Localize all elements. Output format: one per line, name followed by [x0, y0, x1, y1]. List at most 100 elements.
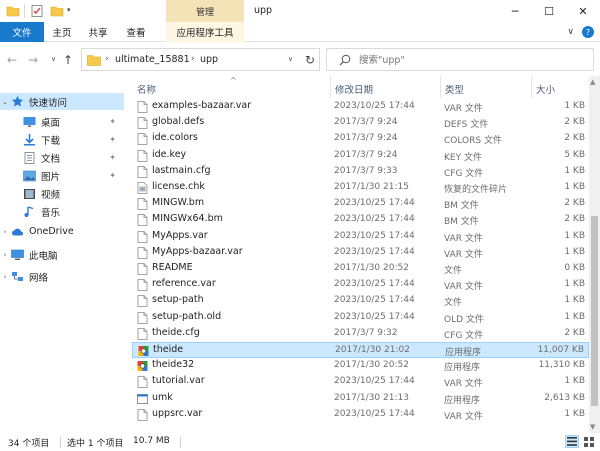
sidebar-item-10[interactable]: › 网络: [0, 268, 124, 285]
address-bar[interactable]: › ultimate_15881 › upp ∨: [81, 48, 320, 71]
refresh-button[interactable]: ↻: [300, 48, 320, 71]
column-divider[interactable]: [330, 76, 331, 98]
file-row[interactable]: MyApps.var 2023/10/25 17:44 VAR 文件 1 KB: [132, 229, 589, 245]
minimize-button[interactable]: ─: [498, 0, 532, 22]
file-row[interactable]: MINGW.bm 2023/10/25 17:44 BM 文件 2 KB: [132, 196, 589, 212]
file-modified-date: 2017/3/7 9:24: [334, 133, 398, 144]
video-icon: [22, 188, 36, 200]
expand-chevron-icon[interactable]: ›: [0, 251, 10, 259]
file-row[interactable]: global.defs 2017/3/7 9:24 DEFS 文件 2 KB: [132, 115, 589, 131]
large-icons-view-button[interactable]: [582, 435, 596, 448]
file-row[interactable]: README 2017/1/30 20:52 文件 0 KB: [132, 261, 589, 277]
expand-chevron-icon[interactable]: ⌄: [0, 98, 10, 106]
file-name: MyApps-bazaar.var: [152, 245, 243, 257]
column-header-type[interactable]: 类型: [445, 82, 464, 96]
file-icon: [137, 198, 148, 211]
search-input[interactable]: [359, 53, 579, 67]
sidebar-item-3[interactable]: 下载 ✦: [0, 131, 124, 148]
sidebar-item-5[interactable]: 图片 ✦: [0, 167, 124, 184]
file-row[interactable]: setup-path.old 2023/10/25 17:44 OLD 文件 1 KB: [132, 310, 589, 326]
file-name: umk: [152, 391, 173, 403]
file-icon: [137, 214, 148, 227]
sidebar-item-9[interactable]: › 此电脑: [0, 246, 124, 263]
file-row[interactable]: theide32 2017/1/30 20:52 应用程序 11,310 KB: [132, 358, 589, 374]
file-name: MINGWx64.bm: [152, 213, 223, 225]
breadcrumb-separator[interactable]: ›: [191, 54, 195, 64]
search-box[interactable]: [326, 48, 594, 71]
tab-file[interactable]: 文件: [0, 22, 44, 42]
maximize-button[interactable]: ☐: [532, 0, 566, 22]
up-arrow-icon[interactable]: ↑: [63, 53, 73, 67]
file-row[interactable]: MINGWx64.bm 2023/10/25 17:44 BM 文件 2 KB: [132, 212, 589, 228]
file-row[interactable]: umk 2017/1/30 21:13 应用程序 2,613 KB: [132, 391, 589, 407]
new-folder-icon[interactable]: [50, 4, 64, 18]
file-row[interactable]: lastmain.cfg 2017/3/7 9:33 CFG 文件 1 KB: [132, 164, 589, 180]
column-header-date[interactable]: 修改日期: [335, 82, 373, 96]
scrollbar-thumb[interactable]: [591, 216, 598, 406]
ribbon-tabs: 文件 主页 共享 查看 应用程序工具 ∨ ?: [0, 22, 600, 42]
file-name: tutorial.var: [152, 375, 205, 387]
pin-icon: ✦: [109, 153, 116, 162]
tab-home[interactable]: 主页: [44, 22, 80, 42]
file-type: 文件: [444, 298, 463, 309]
file-row[interactable]: examples-bazaar.var 2023/10/25 17:44 VAR 文…: [132, 99, 589, 115]
file-row[interactable]: tutorial.var 2023/10/25 17:44 VAR 文件 1 KB: [132, 374, 589, 390]
file-modified-date: 2023/10/25 17:44: [334, 230, 415, 241]
column-divider[interactable]: [440, 76, 441, 98]
sidebar-item-1[interactable]: ⌄ 快速访问: [0, 93, 124, 110]
properties-icon[interactable]: [30, 4, 44, 18]
tab-share[interactable]: 共享: [80, 22, 116, 42]
help-icon[interactable]: ?: [582, 26, 594, 38]
tab-application-tools[interactable]: 应用程序工具: [166, 22, 244, 42]
sidebar-item-2[interactable]: 桌面 ✦: [0, 113, 124, 130]
sidebar-item-6[interactable]: 视频: [0, 185, 124, 202]
expand-chevron-icon[interactable]: ›: [0, 228, 10, 236]
file-row[interactable]: uppsrc.var 2023/10/25 17:44 VAR 文件 1 KB: [132, 407, 589, 423]
expand-chevron-icon[interactable]: ›: [0, 273, 10, 281]
scroll-up-icon[interactable]: ▲: [590, 78, 595, 86]
file-modified-date: 2023/10/25 17:44: [334, 376, 415, 387]
vertical-scrollbar[interactable]: ▲ ▼: [589, 76, 600, 433]
sidebar-item-4[interactable]: 文档 ✦: [0, 149, 124, 166]
app-icon: [138, 345, 149, 357]
cloud-icon: [10, 226, 24, 238]
sidebar-item-label: 桌面: [41, 117, 61, 129]
file-row[interactable]: ide.key 2017/3/7 9:24 KEY 文件 5 KB: [132, 148, 589, 164]
file-type: BM 文件: [444, 217, 479, 228]
file-row[interactable]: MyApps-bazaar.var 2023/10/25 17:44 VAR 文件 1…: [132, 245, 589, 261]
file-icon: [137, 246, 148, 259]
breadcrumb-separator[interactable]: ›: [105, 54, 109, 64]
column-divider[interactable]: [531, 76, 532, 98]
file-row[interactable]: theide 2017/1/30 21:02 应用程序 11,007 KB: [132, 342, 589, 358]
breadcrumb-ultimate[interactable]: ultimate_15881: [115, 54, 190, 65]
sidebar-item-label: 音乐: [41, 207, 61, 219]
folder-icon[interactable]: [6, 4, 20, 18]
file-size: 11,007 KB: [537, 345, 584, 355]
close-button[interactable]: ✕: [566, 0, 600, 22]
sidebar-item-8[interactable]: › OneDrive: [0, 223, 124, 240]
file-row[interactable]: ide.colors 2017/3/7 9:24 COLORS 文件 2 KB: [132, 131, 589, 147]
sidebar-item-7[interactable]: 音乐: [0, 203, 124, 220]
status-divider: [60, 437, 61, 448]
recent-locations-icon[interactable]: ∨: [51, 55, 56, 63]
details-view-button[interactable]: [565, 435, 579, 448]
breadcrumb-upp[interactable]: upp: [200, 54, 218, 65]
customize-quick-access-icon[interactable]: ▾: [67, 6, 71, 14]
file-type: 应用程序: [445, 348, 482, 358]
file-modified-date: 2023/10/25 17:44: [334, 295, 415, 306]
tab-manage[interactable]: 管理: [166, 0, 244, 22]
computer-icon: [10, 249, 24, 261]
back-arrow-icon[interactable]: ←: [7, 53, 17, 67]
column-header-name[interactable]: 名称: [137, 82, 156, 96]
file-row[interactable]: reference.var 2023/10/25 17:44 VAR 文件 1 KB: [132, 277, 589, 293]
file-type: VAR 文件: [444, 411, 483, 422]
file-row[interactable]: license.chk 2017/1/30 21:15 恢复的文件碎片 1 KB: [132, 180, 589, 196]
file-row[interactable]: theide.cfg 2017/3/7 9:32 CFG 文件 2 KB: [132, 326, 589, 342]
forward-arrow-icon[interactable]: →: [28, 53, 38, 67]
address-dropdown-icon[interactable]: ∨: [288, 55, 293, 63]
tab-view[interactable]: 查看: [116, 22, 156, 42]
file-row[interactable]: setup-path 2023/10/25 17:44 文件 1 KB: [132, 293, 589, 309]
column-header-size[interactable]: 大小: [536, 82, 555, 96]
expand-ribbon-icon[interactable]: ∨: [567, 27, 574, 37]
scroll-down-icon[interactable]: ▼: [590, 423, 595, 431]
